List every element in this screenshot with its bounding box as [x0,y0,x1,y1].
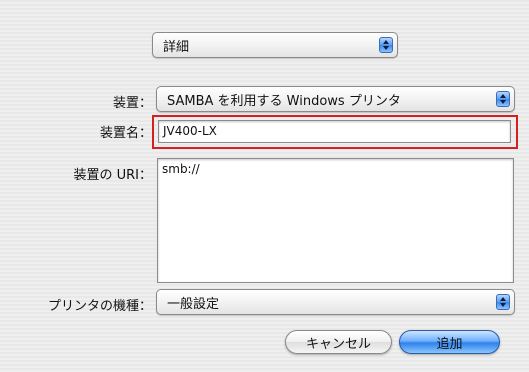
printer-model-label: プリンタの機種： [47,299,152,314]
popup-stepper-icon [496,294,510,310]
printer-model-popup-value: 一般設定 [167,296,220,312]
device-name-field[interactable]: JV400-LX [158,120,511,143]
popup-stepper-icon [379,37,393,53]
device-popup[interactable]: SAMBA を利用する Windows プリンタ [156,86,515,112]
add-button[interactable]: 追加 [399,330,500,354]
mode-popup[interactable]: 詳細 [152,32,398,58]
mode-popup-value: 詳細 [163,39,190,55]
device-popup-value: SAMBA を利用する Windows プリンタ [167,93,401,109]
cancel-button[interactable]: キャンセル [285,330,392,354]
printer-model-popup[interactable]: 一般設定 [156,289,515,315]
popup-stepper-icon [496,91,510,107]
device-uri-field[interactable]: smb:// [157,158,514,283]
device-uri-label: 装置の URI： [73,168,152,183]
device-label: 装置： [112,96,152,111]
device-name-label: 装置名： [99,126,152,141]
